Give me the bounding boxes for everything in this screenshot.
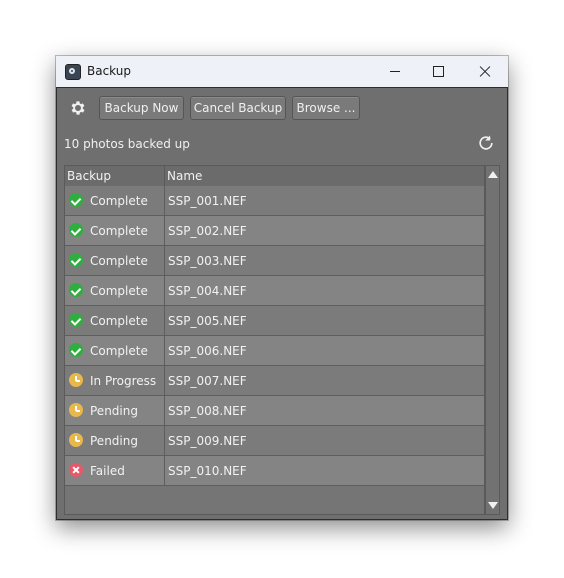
status-label: Complete: [90, 344, 148, 358]
status-label: Failed: [90, 464, 125, 478]
vertical-scrollbar[interactable]: [485, 165, 500, 515]
table-row[interactable]: Pending SSP_009.NEF: [65, 426, 484, 456]
file-name: SSP_006.NEF: [168, 344, 247, 358]
close-button[interactable]: [462, 56, 508, 87]
status-cell: Complete: [65, 186, 165, 215]
status-label: Complete: [90, 254, 148, 268]
gear-icon[interactable]: [69, 99, 87, 117]
status-cell: Complete: [65, 246, 165, 275]
table-header: Backup Name: [65, 166, 484, 187]
cancel-backup-button[interactable]: Cancel Backup: [190, 96, 286, 120]
backup-table: Backup Name Complete SSP_001.NEF Complet…: [64, 165, 485, 515]
status-label: Pending: [90, 434, 138, 448]
file-name: SSP_007.NEF: [168, 374, 247, 388]
check-icon: [69, 343, 83, 357]
app-icon: [65, 64, 81, 80]
table-row[interactable]: Complete SSP_002.NEF: [65, 216, 484, 246]
file-name: SSP_005.NEF: [168, 314, 247, 328]
status-cell: Failed: [65, 456, 165, 485]
status-cell: Complete: [65, 336, 165, 365]
backup-window: Backup Backup Now Cancel Backup Browse .…: [56, 56, 508, 520]
table-row[interactable]: Complete SSP_001.NEF: [65, 186, 484, 216]
table-row[interactable]: Complete SSP_006.NEF: [65, 336, 484, 366]
check-icon: [69, 313, 83, 327]
x-icon: [69, 463, 83, 477]
maximize-button[interactable]: [416, 56, 462, 87]
table-body: Complete SSP_001.NEF Complete SSP_002.NE…: [65, 186, 484, 486]
file-name: SSP_001.NEF: [168, 194, 247, 208]
window-title: Backup: [87, 64, 131, 78]
minimize-button[interactable]: [372, 56, 418, 87]
file-name: SSP_004.NEF: [168, 284, 247, 298]
backup-now-button[interactable]: Backup Now: [99, 96, 184, 120]
check-icon: [69, 223, 83, 237]
title-bar: Backup: [56, 56, 508, 87]
file-name: SSP_010.NEF: [168, 464, 247, 478]
status-cell: Complete: [65, 216, 165, 245]
backup-panel: Backup Now Cancel Backup Browse ... 10 p…: [56, 87, 508, 520]
status-label: In Progress: [90, 374, 157, 388]
table-row[interactable]: Pending SSP_008.NEF: [65, 396, 484, 426]
file-name: SSP_009.NEF: [168, 434, 247, 448]
clock-icon: [69, 373, 83, 387]
column-header-name[interactable]: Name: [167, 169, 202, 183]
refresh-icon[interactable]: [476, 133, 496, 153]
status-label: Complete: [90, 314, 148, 328]
status-label: Complete: [90, 224, 148, 238]
backup-status-text: 10 photos backed up: [64, 137, 190, 151]
status-cell: In Progress: [65, 366, 165, 395]
status-label: Pending: [90, 404, 138, 418]
file-name: SSP_008.NEF: [168, 404, 247, 418]
table-row[interactable]: Failed SSP_010.NEF: [65, 456, 484, 486]
column-divider: [164, 166, 165, 186]
scroll-up-icon[interactable]: [488, 171, 498, 178]
clock-icon: [69, 403, 83, 417]
scroll-down-icon[interactable]: [488, 502, 498, 509]
browse-button[interactable]: Browse ...: [292, 96, 360, 120]
check-icon: [69, 283, 83, 297]
table-row[interactable]: In Progress SSP_007.NEF: [65, 366, 484, 396]
check-icon: [69, 193, 83, 207]
table-row[interactable]: Complete SSP_005.NEF: [65, 306, 484, 336]
table-row[interactable]: Complete SSP_004.NEF: [65, 276, 484, 306]
column-header-backup[interactable]: Backup: [67, 169, 111, 183]
status-cell: Complete: [65, 276, 165, 305]
clock-icon: [69, 433, 83, 447]
file-name: SSP_002.NEF: [168, 224, 247, 238]
status-cell: Pending: [65, 426, 165, 455]
status-label: Complete: [90, 284, 148, 298]
status-cell: Pending: [65, 396, 165, 425]
status-label: Complete: [90, 194, 148, 208]
table-row[interactable]: Complete SSP_003.NEF: [65, 246, 484, 276]
check-icon: [69, 253, 83, 267]
file-name: SSP_003.NEF: [168, 254, 247, 268]
status-cell: Complete: [65, 306, 165, 335]
